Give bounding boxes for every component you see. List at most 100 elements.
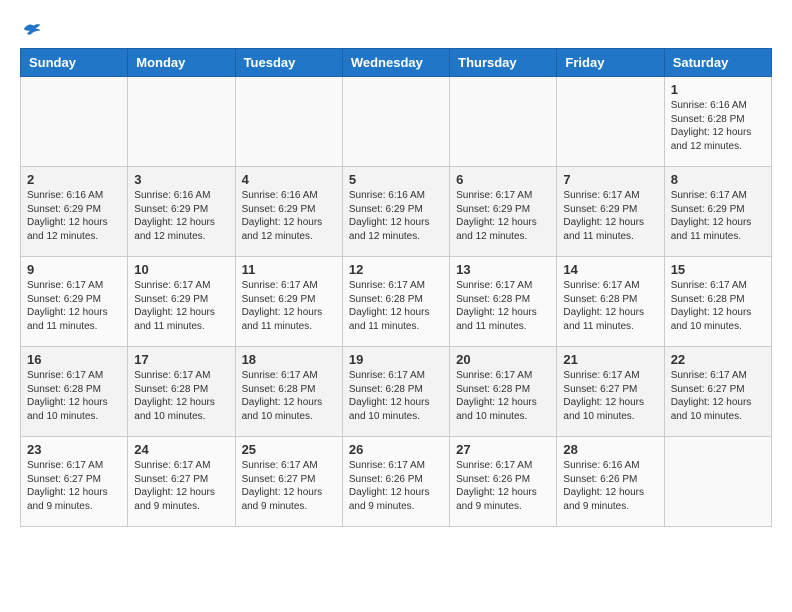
day-number: 6	[456, 172, 550, 187]
weekday-header-sunday: Sunday	[21, 49, 128, 77]
calendar-cell: 28 Sunrise: 6:16 AM Sunset: 6:26 PM Dayli…	[557, 437, 664, 527]
day-info: Sunrise: 6:17 AM Sunset: 6:28 PM Dayligh…	[349, 279, 443, 333]
day-info: Sunrise: 6:17 AM Sunset: 6:28 PM Dayligh…	[563, 279, 657, 333]
calendar-cell: 23 Sunrise: 6:17 AM Sunset: 6:27 PM Dayli…	[21, 437, 128, 527]
calendar-cell: 24 Sunrise: 6:17 AM Sunset: 6:27 PM Dayli…	[128, 437, 235, 527]
page-header	[20, 20, 772, 38]
day-info: Sunrise: 6:16 AM Sunset: 6:28 PM Dayligh…	[671, 99, 765, 153]
calendar-cell: 14 Sunrise: 6:17 AM Sunset: 6:28 PM Dayli…	[557, 257, 664, 347]
day-info: Sunrise: 6:17 AM Sunset: 6:27 PM Dayligh…	[671, 369, 765, 423]
calendar-cell	[342, 77, 449, 167]
calendar-table: SundayMondayTuesdayWednesdayThursdayFrid…	[20, 48, 772, 527]
calendar-cell: 4 Sunrise: 6:16 AM Sunset: 6:29 PM Daylig…	[235, 167, 342, 257]
day-number: 10	[134, 262, 228, 277]
day-number: 14	[563, 262, 657, 277]
day-info: Sunrise: 6:16 AM Sunset: 6:29 PM Dayligh…	[349, 189, 443, 243]
calendar-cell: 16 Sunrise: 6:17 AM Sunset: 6:28 PM Dayli…	[21, 347, 128, 437]
day-info: Sunrise: 6:17 AM Sunset: 6:28 PM Dayligh…	[456, 369, 550, 423]
day-info: Sunrise: 6:17 AM Sunset: 6:26 PM Dayligh…	[349, 459, 443, 513]
day-info: Sunrise: 6:16 AM Sunset: 6:26 PM Dayligh…	[563, 459, 657, 513]
calendar-cell	[128, 77, 235, 167]
logo	[20, 20, 42, 38]
day-info: Sunrise: 6:17 AM Sunset: 6:26 PM Dayligh…	[456, 459, 550, 513]
day-info: Sunrise: 6:17 AM Sunset: 6:27 PM Dayligh…	[134, 459, 228, 513]
calendar-cell: 17 Sunrise: 6:17 AM Sunset: 6:28 PM Dayli…	[128, 347, 235, 437]
day-info: Sunrise: 6:17 AM Sunset: 6:28 PM Dayligh…	[27, 369, 121, 423]
weekday-header-monday: Monday	[128, 49, 235, 77]
calendar-header-row: SundayMondayTuesdayWednesdayThursdayFrid…	[21, 49, 772, 77]
calendar-week-row: 2 Sunrise: 6:16 AM Sunset: 6:29 PM Daylig…	[21, 167, 772, 257]
day-number: 16	[27, 352, 121, 367]
weekday-header-friday: Friday	[557, 49, 664, 77]
calendar-week-row: 9 Sunrise: 6:17 AM Sunset: 6:29 PM Daylig…	[21, 257, 772, 347]
day-number: 4	[242, 172, 336, 187]
day-info: Sunrise: 6:17 AM Sunset: 6:29 PM Dayligh…	[563, 189, 657, 243]
calendar-week-row: 1 Sunrise: 6:16 AM Sunset: 6:28 PM Daylig…	[21, 77, 772, 167]
day-info: Sunrise: 6:17 AM Sunset: 6:27 PM Dayligh…	[242, 459, 336, 513]
day-info: Sunrise: 6:17 AM Sunset: 6:29 PM Dayligh…	[671, 189, 765, 243]
day-number: 13	[456, 262, 550, 277]
calendar-cell: 12 Sunrise: 6:17 AM Sunset: 6:28 PM Dayli…	[342, 257, 449, 347]
calendar-week-row: 23 Sunrise: 6:17 AM Sunset: 6:27 PM Dayli…	[21, 437, 772, 527]
day-number: 27	[456, 442, 550, 457]
day-number: 9	[27, 262, 121, 277]
day-number: 5	[349, 172, 443, 187]
calendar-cell: 7Sunrise: 6:17 AM Sunset: 6:29 PM Daylig…	[557, 167, 664, 257]
day-number: 18	[242, 352, 336, 367]
day-number: 15	[671, 262, 765, 277]
day-info: Sunrise: 6:17 AM Sunset: 6:29 PM Dayligh…	[27, 279, 121, 333]
day-number: 24	[134, 442, 228, 457]
calendar-cell: 9 Sunrise: 6:17 AM Sunset: 6:29 PM Daylig…	[21, 257, 128, 347]
calendar-cell: 3 Sunrise: 6:16 AM Sunset: 6:29 PM Daylig…	[128, 167, 235, 257]
day-info: Sunrise: 6:17 AM Sunset: 6:29 PM Dayligh…	[456, 189, 550, 243]
day-number: 20	[456, 352, 550, 367]
day-number: 1	[671, 82, 765, 97]
calendar-cell	[235, 77, 342, 167]
calendar-cell: 15 Sunrise: 6:17 AM Sunset: 6:28 PM Dayli…	[664, 257, 771, 347]
day-info: Sunrise: 6:17 AM Sunset: 6:29 PM Dayligh…	[242, 279, 336, 333]
calendar-cell: 8 Sunrise: 6:17 AM Sunset: 6:29 PM Daylig…	[664, 167, 771, 257]
calendar-cell: 27 Sunrise: 6:17 AM Sunset: 6:26 PM Dayli…	[450, 437, 557, 527]
day-info: Sunrise: 6:16 AM Sunset: 6:29 PM Dayligh…	[242, 189, 336, 243]
day-number: 3	[134, 172, 228, 187]
day-info: Sunrise: 6:17 AM Sunset: 6:27 PM Dayligh…	[27, 459, 121, 513]
weekday-header-wednesday: Wednesday	[342, 49, 449, 77]
weekday-header-tuesday: Tuesday	[235, 49, 342, 77]
day-info: Sunrise: 6:17 AM Sunset: 6:28 PM Dayligh…	[242, 369, 336, 423]
day-number: 22	[671, 352, 765, 367]
day-info: Sunrise: 6:17 AM Sunset: 6:28 PM Dayligh…	[134, 369, 228, 423]
logo-bird-icon	[22, 20, 42, 38]
calendar-cell: 25Sunrise: 6:17 AM Sunset: 6:27 PM Dayli…	[235, 437, 342, 527]
calendar-cell: 26Sunrise: 6:17 AM Sunset: 6:26 PM Dayli…	[342, 437, 449, 527]
day-info: Sunrise: 6:16 AM Sunset: 6:29 PM Dayligh…	[27, 189, 121, 243]
calendar-cell	[557, 77, 664, 167]
day-info: Sunrise: 6:17 AM Sunset: 6:28 PM Dayligh…	[349, 369, 443, 423]
calendar-cell: 10Sunrise: 6:17 AM Sunset: 6:29 PM Dayli…	[128, 257, 235, 347]
calendar-cell: 5 Sunrise: 6:16 AM Sunset: 6:29 PM Daylig…	[342, 167, 449, 257]
day-number: 28	[563, 442, 657, 457]
day-number: 12	[349, 262, 443, 277]
calendar-cell: 1 Sunrise: 6:16 AM Sunset: 6:28 PM Daylig…	[664, 77, 771, 167]
day-number: 21	[563, 352, 657, 367]
day-number: 8	[671, 172, 765, 187]
calendar-cell	[450, 77, 557, 167]
calendar-cell: 19 Sunrise: 6:17 AM Sunset: 6:28 PM Dayli…	[342, 347, 449, 437]
day-info: Sunrise: 6:17 AM Sunset: 6:28 PM Dayligh…	[456, 279, 550, 333]
day-info: Sunrise: 6:17 AM Sunset: 6:28 PM Dayligh…	[671, 279, 765, 333]
calendar-week-row: 16 Sunrise: 6:17 AM Sunset: 6:28 PM Dayli…	[21, 347, 772, 437]
calendar-cell: 2 Sunrise: 6:16 AM Sunset: 6:29 PM Daylig…	[21, 167, 128, 257]
calendar-cell: 22 Sunrise: 6:17 AM Sunset: 6:27 PM Dayli…	[664, 347, 771, 437]
day-info: Sunrise: 6:16 AM Sunset: 6:29 PM Dayligh…	[134, 189, 228, 243]
day-number: 17	[134, 352, 228, 367]
weekday-header-thursday: Thursday	[450, 49, 557, 77]
weekday-header-saturday: Saturday	[664, 49, 771, 77]
day-number: 2	[27, 172, 121, 187]
calendar-cell: 6 Sunrise: 6:17 AM Sunset: 6:29 PM Daylig…	[450, 167, 557, 257]
calendar-cell: 20 Sunrise: 6:17 AM Sunset: 6:28 PM Dayli…	[450, 347, 557, 437]
calendar-cell: 21Sunrise: 6:17 AM Sunset: 6:27 PM Dayli…	[557, 347, 664, 437]
day-number: 19	[349, 352, 443, 367]
calendar-cell	[664, 437, 771, 527]
calendar-cell: 13 Sunrise: 6:17 AM Sunset: 6:28 PM Dayli…	[450, 257, 557, 347]
day-number: 23	[27, 442, 121, 457]
calendar-cell	[21, 77, 128, 167]
